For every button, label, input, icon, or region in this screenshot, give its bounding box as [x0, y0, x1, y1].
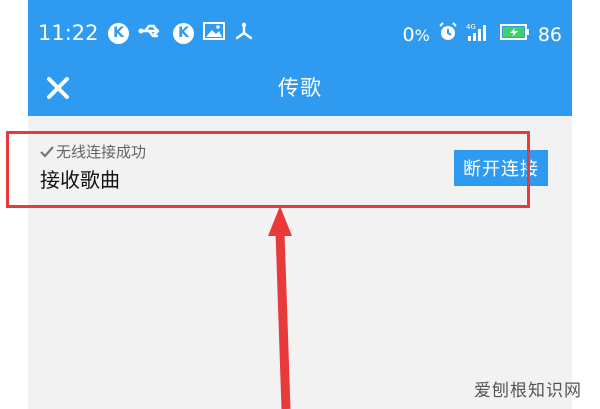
battery-level: 86 [537, 24, 562, 46]
image-icon [203, 22, 225, 44]
connection-status-text: 无线连接成功 [56, 143, 147, 161]
connection-card: 无线连接成功 接收歌曲 断开连接 [36, 134, 556, 206]
svg-text:4G: 4G [466, 23, 476, 31]
status-icons-left: K K [108, 22, 254, 44]
usb-icon [138, 22, 164, 44]
disconnect-button[interactable]: 断开连接 [454, 150, 548, 186]
alarm-icon [438, 22, 458, 48]
status-bar: 11:22 K K 0% 4G 86 [28, 0, 572, 60]
status-time: 11:22 [38, 21, 99, 45]
data-speed: 0% [402, 23, 430, 46]
watermark: 爱刨根知识网 [474, 381, 582, 401]
phone-screen: 11:22 K K 0% 4G 86 传歌 无线连接成功 接收歌曲 断开连接 [28, 0, 572, 409]
checkmark-icon [40, 146, 54, 158]
connection-status: 无线连接成功 [40, 142, 146, 162]
status-icons-right: 0% 4G 86 [403, 22, 562, 48]
share-icon [234, 22, 254, 44]
k-badge-icon: K [173, 22, 194, 44]
4g-signal-icon: 4G [466, 22, 492, 48]
title-bar: 传歌 [28, 60, 572, 116]
receive-songs-title: 接收歌曲 [40, 168, 120, 192]
k-badge-icon: K [108, 22, 129, 44]
page-title: 传歌 [278, 76, 322, 100]
battery-charging-icon [499, 23, 530, 47]
